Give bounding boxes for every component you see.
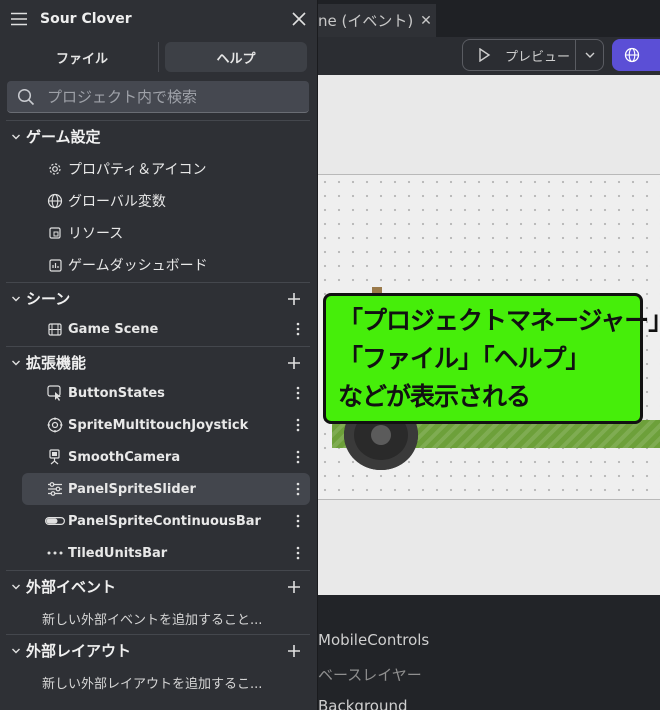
chevron-down-icon [6, 358, 26, 368]
section-title: 外部レイアウト [26, 642, 132, 660]
item-label: プロパティ＆アイコン [68, 162, 207, 178]
item-label: TiledUnitsBar [68, 545, 168, 561]
item-label: SpriteMultitouchJoystick [68, 417, 249, 433]
tab-label: ne (イベント) [318, 12, 414, 30]
add-icon[interactable] [282, 644, 306, 658]
dots-horizontal-icon [42, 551, 68, 555]
section-external-events[interactable]: 外部イベント [6, 570, 310, 602]
layer-row[interactable]: ベースレイヤー [318, 664, 422, 685]
tab-file[interactable]: ファイル [8, 42, 156, 72]
more-vertical-icon[interactable] [286, 514, 310, 528]
slider-icon [42, 482, 68, 496]
more-vertical-icon[interactable] [286, 386, 310, 400]
layers-panel [318, 595, 660, 710]
item-label: ButtonStates [68, 385, 165, 401]
section-title: ゲーム設定 [26, 128, 101, 146]
search-placeholder: プロジェクト内で検索 [47, 88, 198, 106]
button-click-icon [42, 385, 68, 401]
gear-icon [42, 162, 68, 176]
item-extension[interactable]: SmoothCamera [22, 441, 310, 473]
resource-icon [42, 227, 68, 239]
chevron-down-icon [6, 132, 26, 142]
globe-icon [624, 47, 640, 63]
globe-icon [42, 193, 68, 209]
more-vertical-icon[interactable] [286, 546, 310, 560]
item-game-scene[interactable]: Game Scene [22, 313, 310, 345]
panel-tabs: ファイル ヘルプ [0, 37, 317, 77]
publish-button[interactable] [612, 39, 660, 71]
hamburger-menu-icon[interactable] [10, 12, 28, 26]
add-icon[interactable] [282, 580, 306, 594]
item-label: PanelSpriteContinuousBar [68, 513, 261, 529]
search-input[interactable]: プロジェクト内で検索 [7, 81, 309, 113]
item-label: PanelSpriteSlider [68, 481, 196, 497]
tab-help[interactable]: ヘルプ [165, 42, 307, 72]
item-resources[interactable]: リソース [22, 217, 310, 249]
more-vertical-icon[interactable] [286, 322, 310, 336]
section-title: 外部イベント [26, 578, 117, 596]
camera-icon [42, 449, 68, 465]
chevron-down-icon [6, 582, 26, 592]
chevron-down-icon [6, 646, 26, 656]
add-icon[interactable] [282, 356, 306, 370]
tab-divider [158, 42, 159, 72]
item-label: Game Scene [68, 321, 159, 337]
item-extension[interactable]: TiledUnitsBar [22, 537, 310, 569]
joystick-icon [42, 417, 68, 433]
layer-row[interactable]: MobileControls [318, 631, 429, 649]
section-title: 拡張機能 [26, 354, 87, 372]
add-external-layout-hint[interactable]: 新しい外部レイアウトを追加するこ... [42, 673, 262, 692]
item-extension[interactable]: SpriteMultitouchJoystick [22, 409, 310, 441]
section-game-settings[interactable]: ゲーム設定 [6, 120, 310, 152]
item-properties-icons[interactable]: プロパティ＆アイコン [22, 153, 310, 185]
callout-line: 「ファイル」「ヘルプ」 [338, 344, 591, 373]
tab-game-scene-events[interactable]: ne (イベント) ✕ [318, 4, 436, 37]
add-external-event-hint[interactable]: 新しい外部イベントを追加すること... [42, 609, 262, 628]
chevron-down-icon [6, 294, 26, 304]
close-icon[interactable]: ✕ [416, 13, 436, 29]
section-external-layouts[interactable]: 外部レイアウト [6, 634, 310, 666]
section-extensions[interactable]: 拡張機能 [6, 346, 310, 378]
add-icon[interactable] [282, 292, 306, 306]
dashboard-chart-icon [42, 258, 68, 272]
callout-line: などが表示される [338, 382, 531, 411]
item-label: リソース [68, 226, 124, 242]
play-icon [463, 48, 505, 62]
more-vertical-icon[interactable] [286, 450, 310, 464]
item-game-dashboard[interactable]: ゲームダッシュボード [22, 249, 310, 281]
callout-line: 「プロジェクトマネージャー」 [338, 306, 660, 335]
project-manager-panel: Sour Clover ファイル ヘルプ プロジェクト内で検索 ゲーム設定 プロ… [0, 0, 318, 710]
layer-row[interactable]: Background [318, 697, 408, 710]
item-extension[interactable]: PanelSpriteContinuousBar [22, 505, 310, 537]
search-icon [17, 88, 35, 106]
item-label: ゲームダッシュボード [68, 258, 208, 274]
more-vertical-icon[interactable] [286, 418, 310, 432]
item-label: グローバル変数 [68, 194, 166, 210]
project-title: Sour Clover [40, 10, 132, 27]
annotation-callout: 「プロジェクトマネージャー」 「ファイル」「ヘルプ」 などが表示される [323, 293, 660, 424]
item-label: SmoothCamera [68, 449, 181, 465]
panel-header: Sour Clover [0, 0, 317, 37]
close-icon[interactable] [291, 11, 307, 27]
chevron-down-icon[interactable] [575, 40, 603, 70]
preview-button[interactable]: プレビュー [462, 39, 604, 71]
item-extension-selected[interactable]: PanelSpriteSlider [22, 473, 310, 505]
section-scenes[interactable]: シーン [6, 282, 310, 314]
more-vertical-icon[interactable] [286, 482, 310, 496]
section-title: シーン [26, 290, 71, 308]
item-extension[interactable]: ButtonStates [22, 377, 310, 409]
progress-bar-icon [42, 517, 68, 525]
item-global-variables[interactable]: グローバル変数 [22, 185, 310, 217]
film-icon [42, 322, 68, 336]
preview-label: プレビュー [505, 49, 571, 65]
